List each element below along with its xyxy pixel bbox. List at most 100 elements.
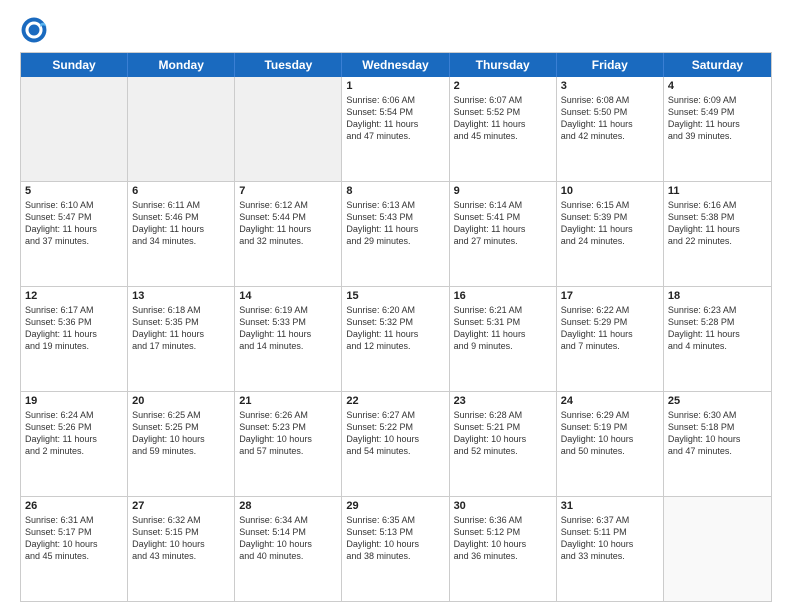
cell-info: Sunrise: 6:24 AM Sunset: 5:26 PM Dayligh…: [25, 409, 123, 458]
cell-info: Sunrise: 6:20 AM Sunset: 5:32 PM Dayligh…: [346, 304, 444, 353]
day-number: 17: [561, 290, 659, 302]
day-number: 24: [561, 395, 659, 407]
header-monday: Monday: [128, 53, 235, 77]
cell-info: Sunrise: 6:30 AM Sunset: 5:18 PM Dayligh…: [668, 409, 767, 458]
day-number: 25: [668, 395, 767, 407]
calendar-cell: 17 Sunrise: 6:22 AM Sunset: 5:29 PM Dayli…: [557, 287, 664, 391]
cell-info: Sunrise: 6:31 AM Sunset: 5:17 PM Dayligh…: [25, 514, 123, 563]
day-number: 31: [561, 500, 659, 512]
cell-info: Sunrise: 6:32 AM Sunset: 5:15 PM Dayligh…: [132, 514, 230, 563]
calendar-cell: [235, 77, 342, 181]
day-number: 6: [132, 185, 230, 197]
calendar-cell: 28 Sunrise: 6:34 AM Sunset: 5:14 PM Dayli…: [235, 497, 342, 601]
calendar-cell: 9 Sunrise: 6:14 AM Sunset: 5:41 PM Daylig…: [450, 182, 557, 286]
cell-info: Sunrise: 6:37 AM Sunset: 5:11 PM Dayligh…: [561, 514, 659, 563]
cell-info: Sunrise: 6:11 AM Sunset: 5:46 PM Dayligh…: [132, 199, 230, 248]
cell-info: Sunrise: 6:23 AM Sunset: 5:28 PM Dayligh…: [668, 304, 767, 353]
calendar-cell: 19 Sunrise: 6:24 AM Sunset: 5:26 PM Dayli…: [21, 392, 128, 496]
calendar-cell: [664, 497, 771, 601]
calendar-cell: 15 Sunrise: 6:20 AM Sunset: 5:32 PM Dayli…: [342, 287, 449, 391]
day-number: 4: [668, 80, 767, 92]
day-number: 15: [346, 290, 444, 302]
header-friday: Friday: [557, 53, 664, 77]
day-number: 30: [454, 500, 552, 512]
cell-info: Sunrise: 6:16 AM Sunset: 5:38 PM Dayligh…: [668, 199, 767, 248]
day-number: 14: [239, 290, 337, 302]
cell-info: Sunrise: 6:25 AM Sunset: 5:25 PM Dayligh…: [132, 409, 230, 458]
header-wednesday: Wednesday: [342, 53, 449, 77]
day-number: 20: [132, 395, 230, 407]
day-number: 23: [454, 395, 552, 407]
cell-info: Sunrise: 6:29 AM Sunset: 5:19 PM Dayligh…: [561, 409, 659, 458]
calendar-row-1: 5 Sunrise: 6:10 AM Sunset: 5:47 PM Daylig…: [21, 181, 771, 286]
calendar-cell: 25 Sunrise: 6:30 AM Sunset: 5:18 PM Dayli…: [664, 392, 771, 496]
calendar-cell: 23 Sunrise: 6:28 AM Sunset: 5:21 PM Dayli…: [450, 392, 557, 496]
calendar-cell: [128, 77, 235, 181]
calendar-cell: 10Sunrise: 6:15 AM Sunset: 5:39 PM Dayli…: [557, 182, 664, 286]
day-number: 28: [239, 500, 337, 512]
day-number: 11: [668, 185, 767, 197]
calendar-row-3: 19 Sunrise: 6:24 AM Sunset: 5:26 PM Dayli…: [21, 391, 771, 496]
day-number: 19: [25, 395, 123, 407]
calendar-row-4: 26 Sunrise: 6:31 AM Sunset: 5:17 PM Dayli…: [21, 496, 771, 601]
calendar-cell: 20 Sunrise: 6:25 AM Sunset: 5:25 PM Dayli…: [128, 392, 235, 496]
day-number: 13: [132, 290, 230, 302]
calendar-cell: 3 Sunrise: 6:08 AM Sunset: 5:50 PM Daylig…: [557, 77, 664, 181]
calendar-cell: 11 Sunrise: 6:16 AM Sunset: 5:38 PM Dayli…: [664, 182, 771, 286]
calendar-cell: 7Sunrise: 6:12 AM Sunset: 5:44 PM Daylig…: [235, 182, 342, 286]
cell-info: Sunrise: 6:10 AM Sunset: 5:47 PM Dayligh…: [25, 199, 123, 248]
day-number: 5: [25, 185, 123, 197]
day-number: 21: [239, 395, 337, 407]
header-sunday: Sunday: [21, 53, 128, 77]
cell-info: Sunrise: 6:36 AM Sunset: 5:12 PM Dayligh…: [454, 514, 552, 563]
day-number: 22: [346, 395, 444, 407]
calendar-cell: 12 Sunrise: 6:17 AM Sunset: 5:36 PM Dayli…: [21, 287, 128, 391]
cell-info: Sunrise: 6:27 AM Sunset: 5:22 PM Dayligh…: [346, 409, 444, 458]
calendar-cell: 13Sunrise: 6:18 AM Sunset: 5:35 PM Dayli…: [128, 287, 235, 391]
cell-info: Sunrise: 6:26 AM Sunset: 5:23 PM Dayligh…: [239, 409, 337, 458]
calendar-row-2: 12 Sunrise: 6:17 AM Sunset: 5:36 PM Dayli…: [21, 286, 771, 391]
day-number: 2: [454, 80, 552, 92]
calendar-cell: 26 Sunrise: 6:31 AM Sunset: 5:17 PM Dayli…: [21, 497, 128, 601]
cell-info: Sunrise: 6:28 AM Sunset: 5:21 PM Dayligh…: [454, 409, 552, 458]
logo: [20, 16, 52, 44]
calendar-cell: 16Sunrise: 6:21 AM Sunset: 5:31 PM Dayli…: [450, 287, 557, 391]
cell-info: Sunrise: 6:13 AM Sunset: 5:43 PM Dayligh…: [346, 199, 444, 248]
cell-info: Sunrise: 6:09 AM Sunset: 5:49 PM Dayligh…: [668, 94, 767, 143]
day-number: 8: [346, 185, 444, 197]
cell-info: Sunrise: 6:17 AM Sunset: 5:36 PM Dayligh…: [25, 304, 123, 353]
cell-info: Sunrise: 6:22 AM Sunset: 5:29 PM Dayligh…: [561, 304, 659, 353]
cell-info: Sunrise: 6:12 AM Sunset: 5:44 PM Dayligh…: [239, 199, 337, 248]
header-thursday: Thursday: [450, 53, 557, 77]
calendar: SundayMondayTuesdayWednesdayThursdayFrid…: [20, 52, 772, 602]
calendar-cell: 1Sunrise: 6:06 AM Sunset: 5:54 PM Daylig…: [342, 77, 449, 181]
calendar-cell: 27 Sunrise: 6:32 AM Sunset: 5:15 PM Dayli…: [128, 497, 235, 601]
header-tuesday: Tuesday: [235, 53, 342, 77]
day-number: 18: [668, 290, 767, 302]
day-number: 27: [132, 500, 230, 512]
page: SundayMondayTuesdayWednesdayThursdayFrid…: [0, 0, 792, 612]
day-number: 12: [25, 290, 123, 302]
cell-info: Sunrise: 6:07 AM Sunset: 5:52 PM Dayligh…: [454, 94, 552, 143]
cell-info: Sunrise: 6:15 AM Sunset: 5:39 PM Dayligh…: [561, 199, 659, 248]
calendar-cell: 6 Sunrise: 6:11 AM Sunset: 5:46 PM Daylig…: [128, 182, 235, 286]
calendar-row-0: 1Sunrise: 6:06 AM Sunset: 5:54 PM Daylig…: [21, 77, 771, 181]
calendar-cell: 24 Sunrise: 6:29 AM Sunset: 5:19 PM Dayli…: [557, 392, 664, 496]
cell-info: Sunrise: 6:08 AM Sunset: 5:50 PM Dayligh…: [561, 94, 659, 143]
day-number: 26: [25, 500, 123, 512]
calendar-cell: 29Sunrise: 6:35 AM Sunset: 5:13 PM Dayli…: [342, 497, 449, 601]
cell-info: Sunrise: 6:35 AM Sunset: 5:13 PM Dayligh…: [346, 514, 444, 563]
cell-info: Sunrise: 6:34 AM Sunset: 5:14 PM Dayligh…: [239, 514, 337, 563]
calendar-cell: 30 Sunrise: 6:36 AM Sunset: 5:12 PM Dayli…: [450, 497, 557, 601]
calendar-cell: 21 Sunrise: 6:26 AM Sunset: 5:23 PM Dayli…: [235, 392, 342, 496]
logo-icon: [20, 16, 48, 44]
calendar-body: 1Sunrise: 6:06 AM Sunset: 5:54 PM Daylig…: [21, 77, 771, 601]
day-number: 9: [454, 185, 552, 197]
day-number: 3: [561, 80, 659, 92]
cell-info: Sunrise: 6:14 AM Sunset: 5:41 PM Dayligh…: [454, 199, 552, 248]
calendar-cell: 4 Sunrise: 6:09 AM Sunset: 5:49 PM Daylig…: [664, 77, 771, 181]
calendar-cell: 18 Sunrise: 6:23 AM Sunset: 5:28 PM Dayli…: [664, 287, 771, 391]
calendar-cell: 22 Sunrise: 6:27 AM Sunset: 5:22 PM Dayli…: [342, 392, 449, 496]
calendar-cell: 2 Sunrise: 6:07 AM Sunset: 5:52 PM Daylig…: [450, 77, 557, 181]
calendar-header-row: SundayMondayTuesdayWednesdayThursdayFrid…: [21, 53, 771, 77]
